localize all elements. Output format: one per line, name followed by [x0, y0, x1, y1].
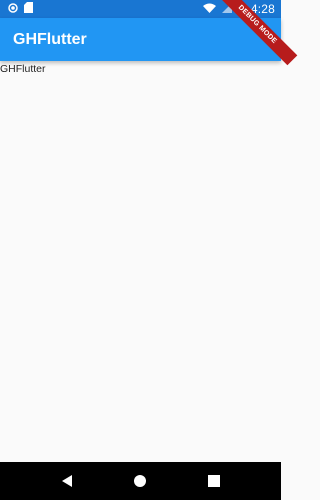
wifi-icon: [202, 2, 216, 16]
body-text: GHFlutter: [0, 63, 46, 75]
nav-bar: [0, 462, 281, 500]
app-bar: GHFlutter: [0, 18, 281, 61]
app-title: GHFlutter: [13, 30, 87, 48]
recents-icon: [208, 475, 221, 487]
recents-button[interactable]: [202, 469, 226, 493]
home-button[interactable]: [128, 469, 152, 493]
sd-card-icon: [24, 2, 33, 16]
back-button[interactable]: [55, 469, 79, 493]
back-icon: [61, 475, 72, 487]
notification-circle-icon: [8, 2, 18, 16]
home-icon: [134, 475, 147, 487]
